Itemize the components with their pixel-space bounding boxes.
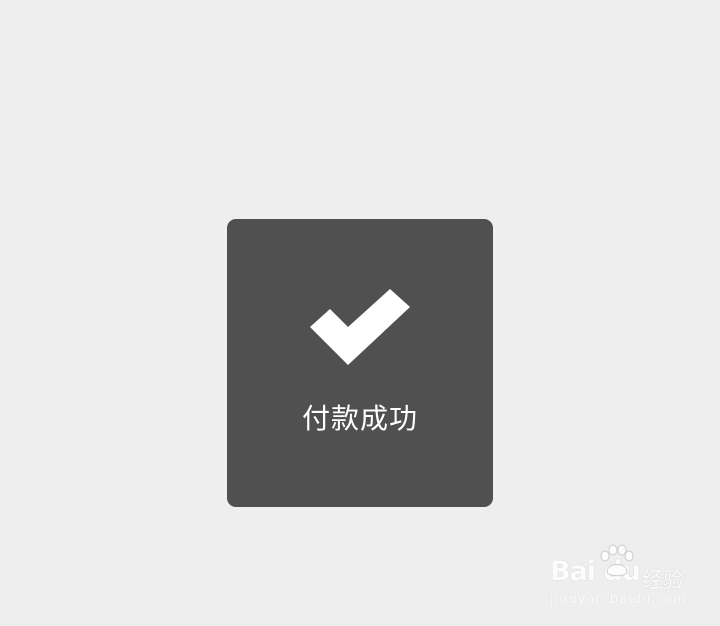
paw-icon xyxy=(597,544,635,582)
watermark-suffix: 经验 xyxy=(642,568,684,592)
toast-message: 付款成功 xyxy=(301,402,418,435)
watermark-url: jingyan.baidu.com xyxy=(550,592,687,607)
baidu-jingyan-watermark: Bai du 经验 jingyan.baidu.com xyxy=(550,544,690,610)
success-toast: 付款成功 xyxy=(227,219,493,507)
checkmark-icon xyxy=(308,287,412,371)
